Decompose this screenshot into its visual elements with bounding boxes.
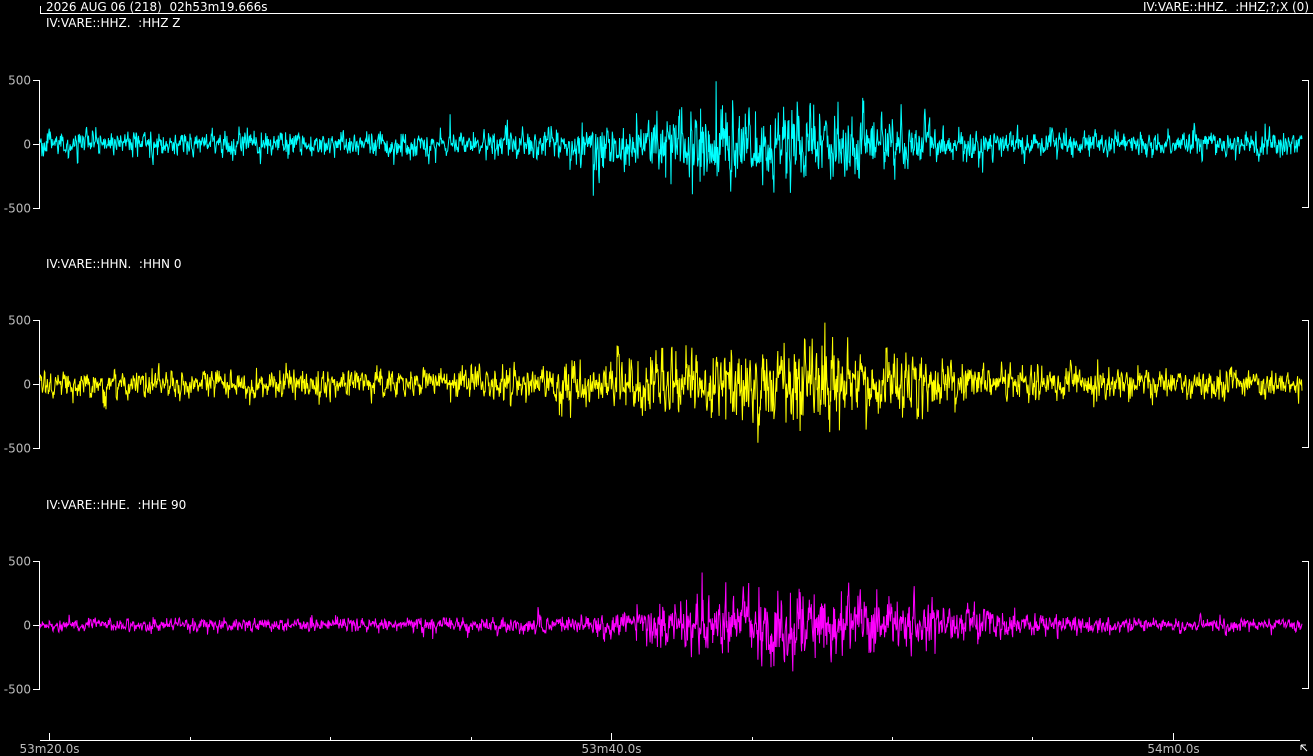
trace-label-hhn: IV:VARE::HHN. :HHN 0 [46, 257, 182, 271]
y-tick-label-1-1: 0 [23, 378, 31, 392]
y-tick-label-1-0: 500 [8, 314, 31, 328]
y-tick-label-0-0: 500 [8, 74, 31, 88]
right-bracket-0 [1302, 80, 1309, 208]
trace-2[interactable] [39, 572, 1303, 672]
right-bracket-2 [1302, 561, 1309, 689]
y-tick-label-1-2: -500 [4, 442, 31, 456]
seismogram-plot[interactable]: 500 0 -500 500 0 -500 500 0 -500 53m20.0s 53m40.0s… [0, 0, 1313, 756]
x-tick-label-2: 54m0.0s [1147, 742, 1199, 756]
trace-label-hhe: IV:VARE::HHE. :HHE 90 [46, 498, 187, 512]
header-datetime: 2026 AUG 06 (218) 02h53m19.666s [46, 0, 268, 14]
trace-0[interactable] [39, 81, 1303, 196]
header-selection: IV:VARE::HHZ. :HHZ;?;X (0) [1143, 0, 1309, 14]
x-tick-label-1: 53m40.0s [582, 742, 642, 756]
trace-1[interactable] [39, 322, 1303, 443]
y-tick-label-0-2: -500 [4, 202, 31, 216]
y-tick-label-2-0: 500 [8, 555, 31, 569]
x-tick-label-0: 53m20.0s [20, 742, 80, 756]
trace-label-hhz: IV:VARE::HHZ. :HHZ Z [46, 16, 181, 30]
y-tick-label-0-1: 0 [23, 138, 31, 152]
y-tick-label-2-1: 0 [23, 619, 31, 633]
right-bracket-1 [1302, 320, 1309, 448]
resize-grip-icon[interactable] [1300, 744, 1308, 752]
y-tick-label-2-2: -500 [4, 683, 31, 697]
